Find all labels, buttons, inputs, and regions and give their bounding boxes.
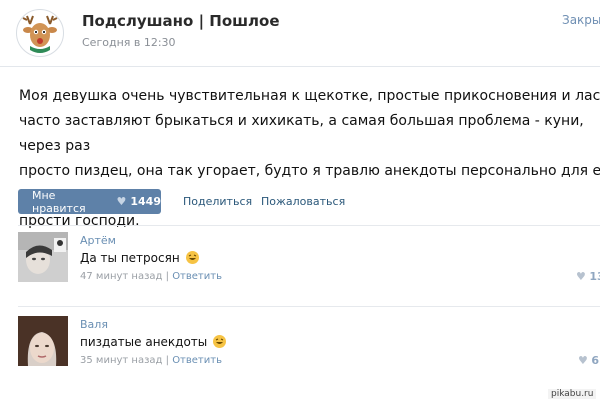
heart-icon: ♥	[578, 354, 588, 367]
comment-time[interactable]: 35 минут назад	[80, 355, 162, 366]
close-link[interactable]: Закрыть	[562, 13, 600, 27]
like-count: 1449	[130, 195, 161, 208]
comment-author[interactable]: Валя	[80, 318, 108, 331]
watermark: pikabu.ru	[548, 389, 597, 399]
comment-avatar[interactable]	[18, 316, 68, 366]
comment-like[interactable]: ♥ 13	[576, 270, 600, 283]
like-button[interactable]: Мне нравится ♥ 1449	[18, 188, 161, 215]
comment-like-count: 6	[591, 354, 600, 367]
comment-meta: 47 минут назад | Ответить	[80, 271, 222, 282]
laughing-emoji-icon	[185, 251, 199, 264]
comment-text: Да ты петросян	[80, 251, 199, 265]
heart-icon: ♥	[576, 270, 586, 283]
comment-avatar[interactable]	[18, 232, 68, 282]
comment-author[interactable]: Артём	[80, 234, 116, 247]
comment-text-content: Да ты петросян	[80, 251, 180, 265]
reply-link[interactable]: Ответить	[172, 271, 222, 282]
comment-like-count: 13	[589, 270, 600, 283]
post-timestamp[interactable]: Сегодня в 12:30	[82, 36, 176, 49]
divider	[18, 225, 600, 226]
report-link[interactable]: Пожаловаться	[261, 195, 345, 208]
comment-meta: 35 минут назад | Ответить	[80, 355, 222, 366]
deer-logo-icon	[22, 15, 58, 53]
meta-separator: |	[165, 271, 169, 282]
like-label: Мне нравится	[32, 188, 86, 215]
reply-link[interactable]: Ответить	[172, 355, 222, 366]
comment-text-content: пиздатые анекдоты	[80, 335, 208, 349]
group-avatar[interactable]	[16, 9, 64, 57]
heart-icon: ♥	[116, 195, 127, 208]
group-name[interactable]: Подслушано | Пошлое	[82, 12, 280, 30]
post-header	[0, 0, 600, 67]
comment-like[interactable]: ♥ 6	[578, 354, 599, 367]
comment-text: пиздатые анекдоты	[80, 335, 227, 349]
divider	[18, 306, 600, 307]
meta-separator: |	[165, 355, 169, 366]
user-photo-icon	[18, 232, 68, 282]
share-link[interactable]: Поделиться	[183, 195, 252, 208]
laughing-emoji-icon	[213, 335, 227, 348]
comment-time[interactable]: 47 минут назад	[80, 271, 162, 282]
user-photo-icon	[18, 316, 68, 366]
